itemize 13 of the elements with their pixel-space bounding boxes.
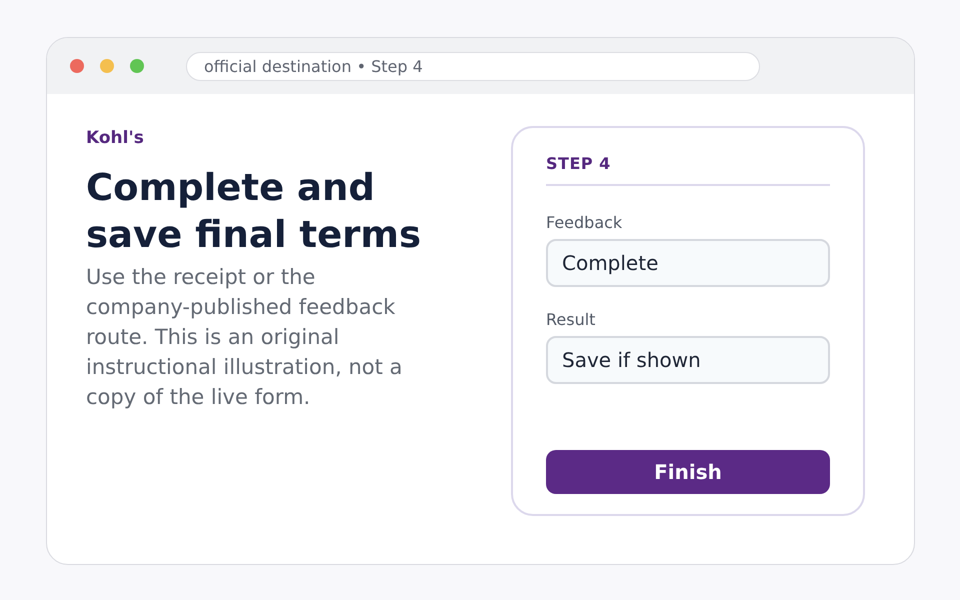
maximize-dot-icon[interactable] (130, 59, 144, 73)
description-text: Use the receipt or the company-published feedback route. This is an original instructional illustration, not a copy of the live form. (86, 264, 404, 411)
input-field[interactable]: Save if shown (546, 336, 830, 384)
address-bar[interactable]: official destination • Step 4 (186, 52, 760, 80)
page-heading: Complete and save final terms (86, 165, 422, 258)
step-label: STEP 4 (546, 154, 830, 186)
finish-button[interactable]: Finish (546, 450, 830, 494)
field-label: Result (546, 310, 596, 329)
brand-name: Kohl's (86, 128, 145, 148)
close-dot-icon[interactable] (70, 59, 84, 73)
minimize-dot-icon[interactable] (100, 59, 114, 73)
input-field[interactable]: Complete (546, 239, 830, 287)
field-label: Feedback (546, 213, 624, 232)
